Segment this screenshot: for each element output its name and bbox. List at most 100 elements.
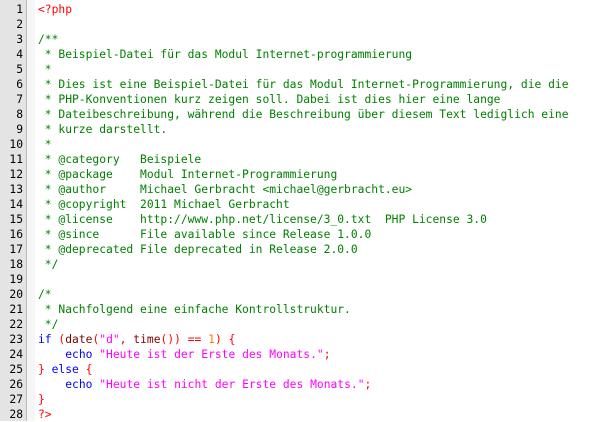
code-line[interactable]: 19 (0, 272, 597, 287)
code-text: * @license http://www.php.net/license/3_… (38, 212, 487, 227)
code-line[interactable]: 15 * @license http://www.php.net/license… (0, 212, 597, 227)
code-line[interactable]: 17 * @deprecated File deprecated in Rele… (0, 242, 597, 257)
code-line[interactable]: 13 * @author Michael Gerbracht <michael@… (0, 182, 597, 197)
code-line[interactable]: 27} (0, 392, 597, 407)
code-line[interactable]: 25} else { (0, 362, 597, 377)
code-line[interactable]: 1 <?php (0, 2, 597, 17)
code-text: * @package Modul Internet-Programmierung (38, 167, 337, 182)
code-line[interactable]: 22 */ (0, 317, 597, 332)
line-number: 16 (9, 228, 23, 241)
code-token: ?> (38, 408, 52, 421)
code-token: * kurze darstellt. (38, 123, 168, 136)
code-text: */ (38, 257, 59, 272)
code-text: * PHP-Konventionen kurz zeigen soll. Dab… (38, 92, 501, 107)
code-token: * Dateibeschreibung, während die Beschre… (38, 108, 569, 121)
code-text: } else { (38, 362, 92, 377)
code-text: * @category Beispiele (38, 152, 201, 167)
code-token: /* (38, 288, 52, 301)
line-number: 14 (9, 198, 23, 211)
code-token: */ (38, 258, 59, 271)
code-line[interactable]: 12 * @package Modul Internet-Programmier… (0, 167, 597, 182)
code-token: echo (65, 378, 93, 391)
line-number: 1 (16, 3, 23, 16)
code-line[interactable]: 21 * Nachfolgend eine einfache Kontrolls… (0, 302, 597, 317)
code-text: * Beispiel-Datei für das Modul Internet-… (38, 47, 412, 62)
code-line[interactable]: 20 /* (0, 287, 597, 302)
code-line[interactable]: 23 if (date("d", time()) == 1) { (0, 332, 597, 347)
code-line[interactable]: 11 * @category Beispiele (0, 152, 597, 167)
code-line[interactable]: 26 echo "Heute ist nicht der Erste des M… (0, 377, 597, 392)
code-text: ?> (38, 407, 52, 422)
line-number: 11 (9, 153, 23, 166)
code-line[interactable]: 2 (0, 17, 597, 32)
line-number: 26 (9, 378, 23, 391)
code-text: <?php (38, 2, 72, 17)
code-lines[interactable]: 1 <?php 2 3/** 4 * Beispiel-Datei für das Mo… (0, 2, 597, 422)
line-number: 21 (9, 303, 23, 316)
code-token: if (38, 333, 52, 346)
code-token: == (187, 333, 202, 346)
code-token: * Beispiel-Datei für das Modul Internet-… (38, 48, 413, 61)
code-text: * Nachfolgend eine einfache Kontrollstru… (38, 302, 351, 317)
code-line[interactable]: 8 * Dateibeschreibung, während die Besch… (0, 107, 597, 122)
code-text: * @copyright 2011 Michael Gerbracht (38, 197, 290, 212)
code-token: ) (214, 333, 222, 346)
code-text: if (date("d", time()) == 1) { (38, 332, 235, 347)
code-token: * (38, 63, 52, 76)
code-token: else (51, 363, 79, 376)
code-text: } (38, 392, 45, 407)
code-token: * @author Michael Gerbracht <michael@ger… (38, 183, 413, 196)
code-token: "Heute ist der Erste des Monats." (99, 348, 324, 361)
line-number: 4 (16, 48, 23, 61)
line-number: 20 (9, 288, 23, 301)
code-token: echo (65, 348, 93, 361)
line-number: 2 (16, 18, 23, 31)
code-text: * Dies ist eine Beispiel-Datei für das M… (38, 77, 569, 92)
code-token: } (38, 363, 45, 376)
code-editor[interactable]: 1 <?php 2 3/** 4 * Beispiel-Datei für das Mo… (0, 0, 597, 421)
code-line[interactable]: 18 */ (0, 257, 597, 272)
code-line[interactable]: 7 * PHP-Konventionen kurz zeigen soll. D… (0, 92, 597, 107)
line-number: 3 (16, 33, 23, 46)
line-number: 19 (9, 273, 23, 286)
line-number: 5 (16, 63, 23, 76)
line-number: 13 (9, 183, 23, 196)
code-line[interactable]: 4 * Beispiel-Datei für das Modul Interne… (0, 47, 597, 62)
code-line[interactable]: 5 * (0, 62, 597, 77)
code-text: * (38, 62, 52, 77)
code-line[interactable]: 14 * @copyright 2011 Michael Gerbracht (0, 197, 597, 212)
code-line[interactable]: 3 /** (0, 32, 597, 47)
code-line[interactable]: 16 * @since File available since Release… (0, 227, 597, 242)
code-text: * @deprecated File deprecated in Release… (38, 242, 358, 257)
code-line[interactable]: 28 ?> (0, 407, 597, 422)
line-number: 17 (9, 243, 23, 256)
code-text: /* (38, 287, 52, 302)
code-token: */ (38, 318, 59, 331)
code-token: * Nachfolgend eine einfache Kontrollstru… (38, 303, 351, 316)
code-line[interactable]: 9 * kurze darstellt. (0, 122, 597, 137)
code-token: * @package Modul Internet-Programmierung (38, 168, 338, 181)
code-token: * @copyright 2011 Michael Gerbracht (38, 198, 290, 211)
code-token: <?php (38, 3, 73, 16)
line-number: 9 (16, 123, 23, 136)
line-number: 10 (9, 138, 23, 151)
line-number: 8 (16, 108, 23, 121)
code-token: "d" (99, 333, 120, 346)
code-text: * kurze darstellt. (38, 122, 167, 137)
code-line[interactable]: 10 * (0, 137, 597, 152)
code-token: ; (364, 378, 372, 391)
code-token: /** (38, 33, 59, 46)
code-text: * (38, 137, 52, 152)
code-token: 1 (208, 333, 215, 346)
code-text: * @since File available since Release 1.… (38, 227, 371, 242)
line-number: 27 (9, 393, 23, 406)
code-line[interactable]: 6 * Dies ist eine Beispiel-Datei für das… (0, 77, 597, 92)
line-number: 12 (9, 168, 23, 181)
code-text: echo "Heute ist der Erste des Monats."; (38, 347, 330, 362)
code-line[interactable]: 24 echo "Heute ist der Erste des Monats.… (0, 347, 597, 362)
code-token: * PHP-Konventionen kurz zeigen soll. Dab… (38, 93, 501, 106)
